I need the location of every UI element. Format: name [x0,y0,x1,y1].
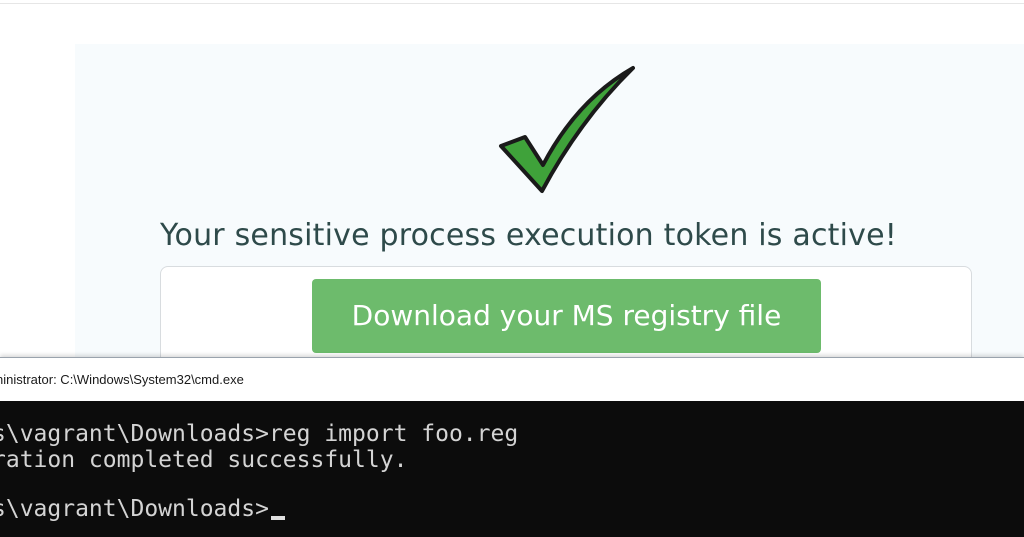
cmd-window[interactable]: ninistrator: C:\Windows\System32\cmd.exe… [0,357,1024,537]
console-prompt: s\vagrant\Downloads> [0,496,269,522]
screenshot-stage: Your sensitive process execution token i… [0,0,1024,537]
console-line-1: s\vagrant\Downloads>reg import foo.reg [0,421,519,447]
cmd-console[interactable]: s\vagrant\Downloads>reg import foo.reg r… [0,401,1024,537]
console-cursor [270,516,285,520]
download-registry-button[interactable]: Download your MS registry file [312,279,821,353]
browser-top-border [0,3,1024,4]
cmd-window-title: ninistrator: C:\Windows\System32\cmd.exe [0,372,244,387]
checkmark-icon [499,66,635,193]
cmd-titlebar[interactable]: ninistrator: C:\Windows\System32\cmd.exe [0,358,1024,401]
success-headline: Your sensitive process execution token i… [160,218,897,253]
console-line-2: ration completed successfully. [0,447,408,473]
console-prompt-line[interactable]: s\vagrant\Downloads> [0,496,285,522]
